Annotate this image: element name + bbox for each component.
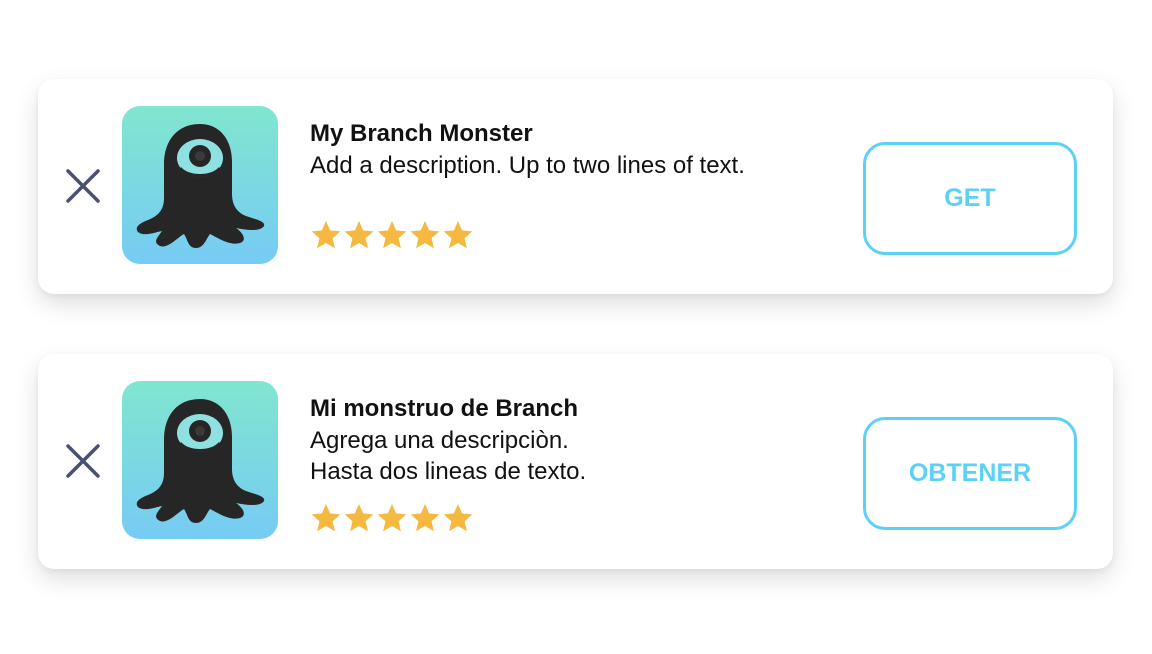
close-icon[interactable] [62,165,104,207]
app-title: Mi monstruo de Branch [310,395,579,422]
rating-stars [310,502,474,534]
star-icon [344,221,374,249]
app-description: Agrega una descripciòn. Hasta dos lineas… [310,425,586,487]
star-icon [410,221,440,249]
close-icon[interactable] [62,440,104,482]
star-icon [443,504,473,532]
get-button[interactable]: GET [863,142,1077,255]
star-icon [311,221,341,249]
description-line: Agrega una descripciòn. [310,427,569,454]
rating-stars [310,219,474,251]
smart-banner-english: My Branch Monster Add a description. Up … [38,79,1113,294]
monster-app-icon [122,381,278,539]
description-line: Add a description. Up to two lines of te… [310,152,745,179]
monster-app-icon [122,106,278,264]
star-icon [410,504,440,532]
smart-banner-examples: My Branch Monster Add a description. Up … [0,0,1152,654]
app-title: My Branch Monster [310,120,533,147]
star-icon [443,221,473,249]
obtener-button[interactable]: OBTENER [863,417,1077,530]
star-icon [377,504,407,532]
star-icon [311,504,341,532]
app-description: Add a description. Up to two lines of te… [310,150,745,181]
description-line: Hasta dos lineas de texto. [310,458,587,485]
star-icon [377,221,407,249]
smart-banner-spanish: Mi monstruo de Branch Agrega una descrip… [38,354,1113,569]
star-icon [344,504,374,532]
